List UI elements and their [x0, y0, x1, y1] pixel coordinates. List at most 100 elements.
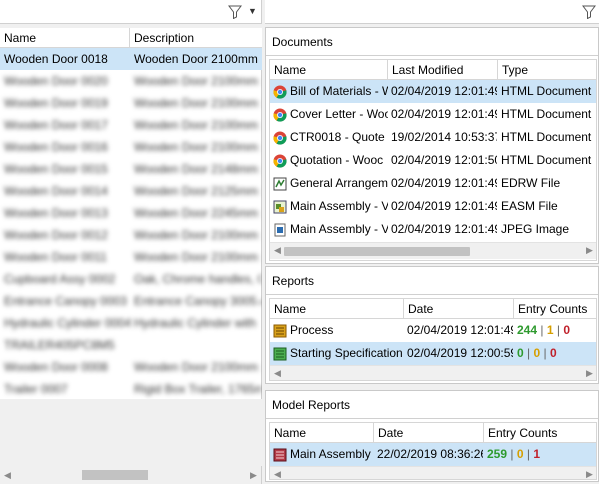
scrollbar-thumb[interactable] — [82, 470, 148, 480]
table-row[interactable]: Main Assembly - V 02/04/2019 12:01:49 EASM… — [270, 195, 596, 218]
chrome-icon — [273, 84, 287, 99]
list-item[interactable]: Wooden Door 0015 Wooden Door 2148mm x — [0, 158, 262, 180]
list-item[interactable]: Trailer 0007 Rigid Box Trailer, 1765m — [0, 378, 262, 399]
scroll-right-icon[interactable]: ▶ — [586, 368, 593, 379]
left-horizontal-scrollbar[interactable]: ◀ ▶ — [0, 466, 262, 484]
table-row[interactable]: Cover Letter - Woo 02/04/2019 12:01:49 HTM… — [270, 103, 596, 126]
scroll-left-icon[interactable]: ◀ — [4, 470, 11, 481]
column-header-description[interactable]: Description — [130, 28, 262, 48]
document-last-modified: 02/04/2019 12:01:49 — [391, 107, 497, 121]
reports-table: Name Date Entry Counts Process 02/04/2019… — [269, 298, 597, 381]
column-header-name[interactable]: Name — [0, 28, 130, 48]
count-separator: | — [553, 323, 564, 337]
table-row[interactable]: Main Assembly - V 02/04/2019 12:01:49 JPEG… — [270, 218, 596, 241]
item-name: Hydraulic Cylinder 0004 — [4, 316, 130, 330]
report-date: 02/04/2019 12:00:59 — [407, 346, 513, 360]
table-row[interactable]: Main Assembly 22/02/2019 08:36:26 259 | 0 … — [270, 443, 596, 466]
list-item[interactable]: Wooden Door 0013 Wooden Door 2245mm x — [0, 202, 262, 224]
item-name: TRAILER405PC8M5 — [4, 338, 115, 352]
column-header-name[interactable]: Name — [270, 299, 404, 319]
column-header-entry-counts[interactable]: Entry Counts — [484, 423, 596, 443]
chrome-icon — [273, 130, 287, 145]
list-item[interactable]: TRAILER405PC8M5 — [0, 334, 262, 356]
reports-horizontal-scrollbar[interactable]: ◀ ▶ — [270, 365, 596, 380]
scroll-right-icon[interactable]: ▶ — [586, 245, 593, 256]
table-row[interactable]: Bill of Materials - W 02/04/2019 12:01:49… — [270, 80, 596, 103]
item-description: Wooden Door 2100mm x — [134, 74, 262, 88]
list-item[interactable]: Hydraulic Cylinder 0004 Hydraulic Cylinde… — [0, 312, 262, 334]
list-item[interactable]: Wooden Door 0020 Wooden Door 2100mm x — [0, 70, 262, 92]
scroll-right-icon[interactable]: ▶ — [250, 470, 257, 481]
item-description: Wooden Door 2100mm x — [134, 360, 262, 374]
column-header-date[interactable]: Date — [374, 423, 484, 443]
list-item[interactable]: Wooden Door 0014 Wooden Door 2125mm x — [0, 180, 262, 202]
table-row[interactable]: General Arrangem 02/04/2019 12:01:49 EDRW … — [270, 172, 596, 195]
table-row[interactable]: Process 02/04/2019 12:01:49 244 | 1 | 0 — [270, 319, 596, 342]
table-row[interactable]: Quotation - Wooc 02/04/2019 12:01:50 HTML … — [270, 149, 596, 172]
documents-horizontal-scrollbar[interactable]: ◀ ▶ — [270, 242, 596, 259]
model-report-name: Main Assembly — [290, 447, 371, 461]
item-name: Wooden Door 0012 — [4, 228, 108, 242]
filter-dropdown-arrow-icon[interactable]: ▼ — [248, 6, 257, 16]
document-type: HTML Document — [501, 130, 592, 144]
scroll-left-icon[interactable]: ◀ — [274, 469, 281, 479]
item-description: Wooden Door 2100mm — [134, 52, 258, 66]
column-header-date[interactable]: Date — [404, 299, 514, 319]
model-reports-horizontal-scrollbar[interactable]: ◀ ▶ — [270, 466, 596, 479]
list-item[interactable]: Wooden Door 0016 Wooden Door 2100mm x — [0, 136, 262, 158]
left-list: Name Description Wooden Door 0018 Wooden … — [0, 28, 262, 399]
count-errors: 0 — [563, 323, 570, 337]
document-type: EDRW File — [501, 176, 561, 190]
list-item[interactable]: Wooden Door 0017 Wooden Door 2100mm x — [0, 114, 262, 136]
scrollbar-thumb[interactable] — [284, 247, 470, 256]
list-item[interactable]: Wooden Door 0019 Wooden Door 2100mm x — [0, 92, 262, 114]
column-header-name[interactable]: Name — [270, 60, 388, 80]
documents-panel: Documents Name Last Modified Type Bill o… — [265, 27, 599, 264]
count-errors: 1 — [533, 447, 540, 461]
easm-icon — [273, 199, 287, 214]
chrome-icon — [273, 153, 287, 168]
document-name: Quotation - Wooc — [290, 153, 384, 167]
report-name: Starting Specification — [290, 346, 403, 360]
scroll-right-icon[interactable]: ▶ — [586, 469, 593, 479]
table-row[interactable]: CTR0018 - Quote (19/02/2014 10:53:37 HTML… — [270, 126, 596, 149]
item-name: Entrance Canopy 0003 — [4, 294, 127, 308]
left-list-rows: Wooden Door 0018 Wooden Door 2100mm Wooden… — [0, 48, 262, 399]
left-pane: ▼ Name Description Wooden Door 0018 Woode… — [0, 0, 262, 484]
right-toolbar — [265, 0, 599, 24]
column-header-entry-counts[interactable]: Entry Counts — [514, 299, 596, 319]
filter-icon[interactable] — [228, 5, 242, 20]
item-description: Wooden Door 2100mm x — [134, 140, 262, 154]
model-reports-table: Name Date Entry Counts Main Assembly 22/0… — [269, 422, 597, 480]
list-item[interactable]: Wooden Door 0011 Wooden Door 2100mm x — [0, 246, 262, 268]
scroll-left-icon[interactable]: ◀ — [274, 368, 281, 379]
count-passed: 244 — [517, 323, 538, 337]
model-reports-header: Name Date Entry Counts — [270, 423, 596, 443]
filter-icon[interactable] — [582, 5, 596, 20]
count-warnings: 1 — [546, 323, 554, 337]
column-header-last-modified[interactable]: Last Modified — [388, 60, 498, 80]
item-description: Wooden Door 2100mm x — [134, 96, 262, 110]
item-name: Wooden Door 0015 — [4, 162, 108, 176]
column-header-name[interactable]: Name — [270, 423, 374, 443]
item-name: Wooden Door 0014 — [4, 184, 108, 198]
table-row[interactable]: Starting Specification 02/04/2019 12:00:5… — [270, 342, 596, 365]
list-item[interactable]: Wooden Door 0012 Wooden Door 2100mm x — [0, 224, 262, 246]
report-name: Process — [290, 323, 334, 337]
column-header-type[interactable]: Type — [498, 60, 596, 80]
model-reports-title: Model Reports — [266, 391, 598, 419]
item-description: Wooden Door 2148mm x — [134, 162, 262, 176]
jpeg-icon — [273, 222, 287, 237]
process-report-icon — [273, 323, 287, 338]
document-type: HTML Document — [501, 107, 592, 121]
list-item[interactable]: Wooden Door 0008 Wooden Door 2100mm x — [0, 356, 262, 378]
document-name: Main Assembly - V — [290, 222, 388, 236]
scroll-left-icon[interactable]: ◀ — [274, 245, 281, 256]
list-item[interactable]: Wooden Door 0018 Wooden Door 2100mm — [0, 48, 262, 70]
document-last-modified: 02/04/2019 12:01:49 — [391, 84, 497, 98]
reports-title: Reports — [266, 267, 598, 295]
document-last-modified: 02/04/2019 12:01:49 — [391, 176, 497, 190]
list-item[interactable]: Cupboard Assy 0002 Oak, Chrome handles, G… — [0, 268, 262, 290]
list-item[interactable]: Entrance Canopy 0003 Entrance Canopy 3005… — [0, 290, 262, 312]
item-name: Wooden Door 0018 — [4, 52, 108, 66]
